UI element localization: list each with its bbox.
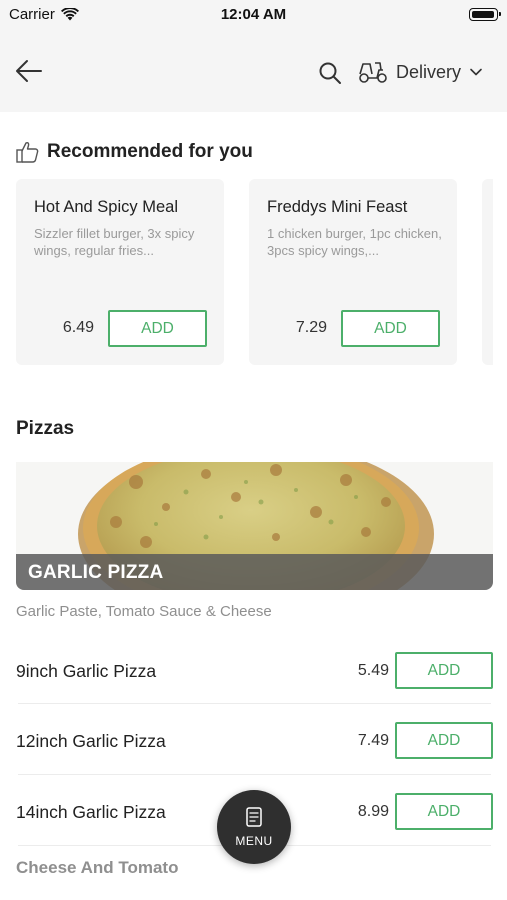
card-price: 6.49 [62,319,94,336]
thumbs-up-icon [16,141,39,163]
status-bar: Carrier 12:04 AM [0,0,507,30]
delivery-label: Delivery [396,61,462,82]
add-button[interactable]: ADD [108,310,207,347]
search-icon [319,62,341,84]
recommended-carousel[interactable]: Hot And Spicy Meal Sizzler fillet burger… [16,179,493,365]
battery-icon [469,8,501,21]
recommended-card[interactable]: Hot And Spicy Meal Sizzler fillet burger… [16,179,224,365]
menu-item-row[interactable]: 9inch Garlic Pizza 5.49 ADD [16,636,493,706]
card-name: Freddys Mini Feast [267,198,408,216]
add-button[interactable]: ADD [395,652,493,689]
menu-button[interactable]: MENU [217,790,291,864]
item-price: 8.99 [357,803,389,820]
recommended-card[interactable]: Freddys Mini Feast 1 chicken burger, 1pc… [249,179,457,365]
item-price: 7.49 [357,732,389,749]
recommended-title: Recommended for you [47,141,253,162]
item-price: 5.49 [357,662,389,679]
pizza-banner[interactable]: GARLIC PIZZA [16,462,493,590]
divider [18,774,491,775]
section-title-pizzas: Pizzas [16,418,75,439]
pizza-description: Garlic Paste, Tomato Sauce & Cheese [16,603,272,620]
back-arrow-icon [16,60,42,82]
add-button[interactable]: ADD [395,722,493,759]
delivery-mode-selector[interactable]: Delivery [358,56,483,88]
section-title-cheese-and-tomato: Cheese And Tomato [16,858,179,877]
app-header: Delivery [0,30,507,112]
recommended-card-partial[interactable] [482,179,493,365]
menu-button-label: MENU [235,834,273,848]
chevron-down-icon [470,68,482,76]
divider [18,703,491,704]
add-button[interactable]: ADD [341,310,440,347]
back-button[interactable] [14,57,44,85]
pizza-banner-label: GARLIC PIZZA [28,562,164,583]
card-price: 7.29 [295,319,327,336]
scooter-icon [359,62,387,83]
item-name: 9inch Garlic Pizza [16,660,157,681]
card-name: Hot And Spicy Meal [34,198,178,216]
card-description: Sizzler fillet burger, 3x spicy wings, r… [34,226,195,258]
status-time: 12:04 AM [220,6,287,23]
menu-item-row[interactable]: 12inch Garlic Pizza 7.49 ADD [16,706,493,776]
recommended-heading: Recommended for you [16,141,253,163]
menu-book-icon [246,807,262,827]
item-name: 14inch Garlic Pizza [16,801,166,822]
add-button[interactable]: ADD [395,793,493,830]
item-name: 12inch Garlic Pizza [16,730,166,751]
card-description: 1 chicken burger, 1pc chicken, 3pcs spic… [267,226,442,258]
search-button[interactable] [318,61,342,85]
